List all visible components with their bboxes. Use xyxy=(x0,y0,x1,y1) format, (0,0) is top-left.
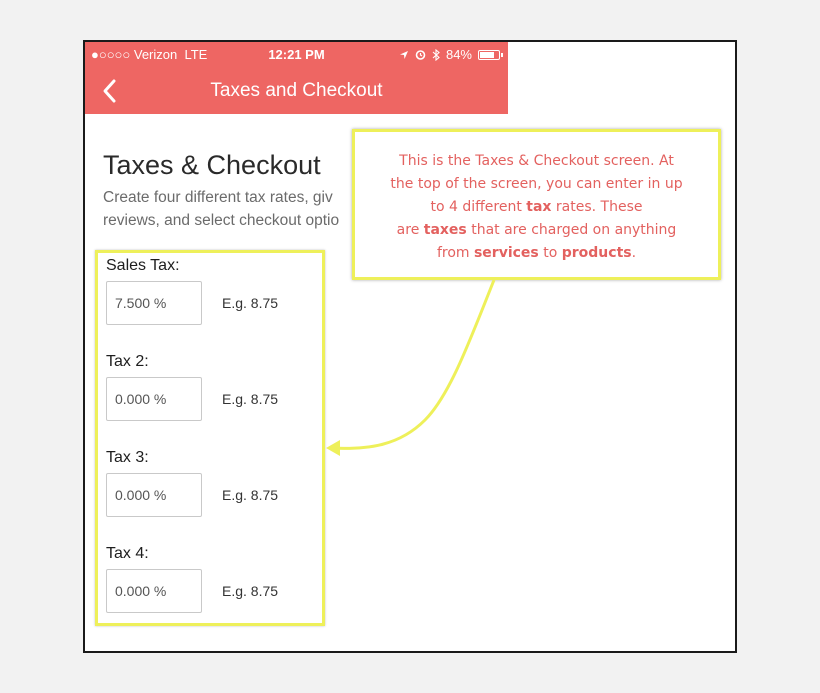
tax-group-sales: Sales Tax: E.g. 8.75 xyxy=(106,257,278,325)
callout-bold: taxes xyxy=(423,222,467,238)
tax-hint: E.g. 8.75 xyxy=(222,487,279,503)
tax-highlight-box: Sales Tax: E.g. 8.75 Tax 2: E.g. 8.75 Ta… xyxy=(95,250,325,626)
tax-3-input[interactable] xyxy=(106,473,202,517)
tax-hint: E.g. 8.75 xyxy=(222,391,279,407)
tax-row: E.g. 8.75 xyxy=(106,569,278,613)
callout-text: rates. These xyxy=(551,199,643,215)
callout-bold: products xyxy=(561,245,632,261)
tax-label: Tax 3: xyxy=(106,449,149,466)
battery-icon xyxy=(478,49,503,60)
callout-line-4: are taxes that are charged on anything xyxy=(355,219,718,242)
tax-row: E.g. 8.75 xyxy=(106,473,278,517)
callout-text: to 4 different xyxy=(430,199,527,215)
battery-percent: 84% xyxy=(445,47,472,62)
tax-row: E.g. 8.75 xyxy=(106,281,278,325)
callout-bold: services xyxy=(473,245,539,261)
navbar: ●○○○○ Verizon LTE 12:21 PM 84% Taxes and… xyxy=(85,42,508,114)
callout-text: that are charged on anything xyxy=(466,222,677,238)
tax-label: Tax 2: xyxy=(106,353,149,370)
callout-bold: tax xyxy=(526,199,552,215)
status-indicators: 84% xyxy=(399,47,503,62)
tax-hint: E.g. 8.75 xyxy=(222,583,279,599)
callout-text: to xyxy=(538,245,562,261)
tax-group-2: Tax 2: E.g. 8.75 xyxy=(106,353,278,421)
callout-line-1: This is the Taxes & Checkout screen. At xyxy=(399,153,674,169)
nav-title: Taxes and Checkout xyxy=(210,80,383,101)
status-bar: ●○○○○ Verizon LTE 12:21 PM 84% xyxy=(85,42,508,66)
alarm-icon xyxy=(415,50,426,60)
page-title: Taxes & Checkout xyxy=(103,150,321,180)
callout-line-3: to 4 different tax rates. These xyxy=(355,196,718,219)
callout-text: are xyxy=(396,222,424,238)
callout-line-2: the top of the screen, you can enter in … xyxy=(390,176,683,192)
tax-label: Tax 4: xyxy=(106,545,149,562)
tax-hint: E.g. 8.75 xyxy=(222,295,279,311)
tax-row: E.g. 8.75 xyxy=(106,377,278,421)
tax-label: Sales Tax: xyxy=(106,257,180,274)
callout-line-5: from services to products. xyxy=(355,242,718,265)
location-icon xyxy=(399,50,408,59)
tax-group-3: Tax 3: E.g. 8.75 xyxy=(106,449,278,517)
screenshot-frame: ●○○○○ Verizon LTE 12:21 PM 84% Taxes and… xyxy=(83,40,737,653)
annotation-callout: This is the Taxes & Checkout screen. At … xyxy=(352,129,721,280)
tax-group-4: Tax 4: E.g. 8.75 xyxy=(106,545,278,613)
tax-2-input[interactable] xyxy=(106,377,202,421)
callout-text: from xyxy=(436,245,474,261)
bluetooth-icon xyxy=(432,48,440,61)
sales-tax-input[interactable] xyxy=(106,281,202,325)
tax-4-input[interactable] xyxy=(106,569,202,613)
callout-text: . xyxy=(631,245,637,261)
